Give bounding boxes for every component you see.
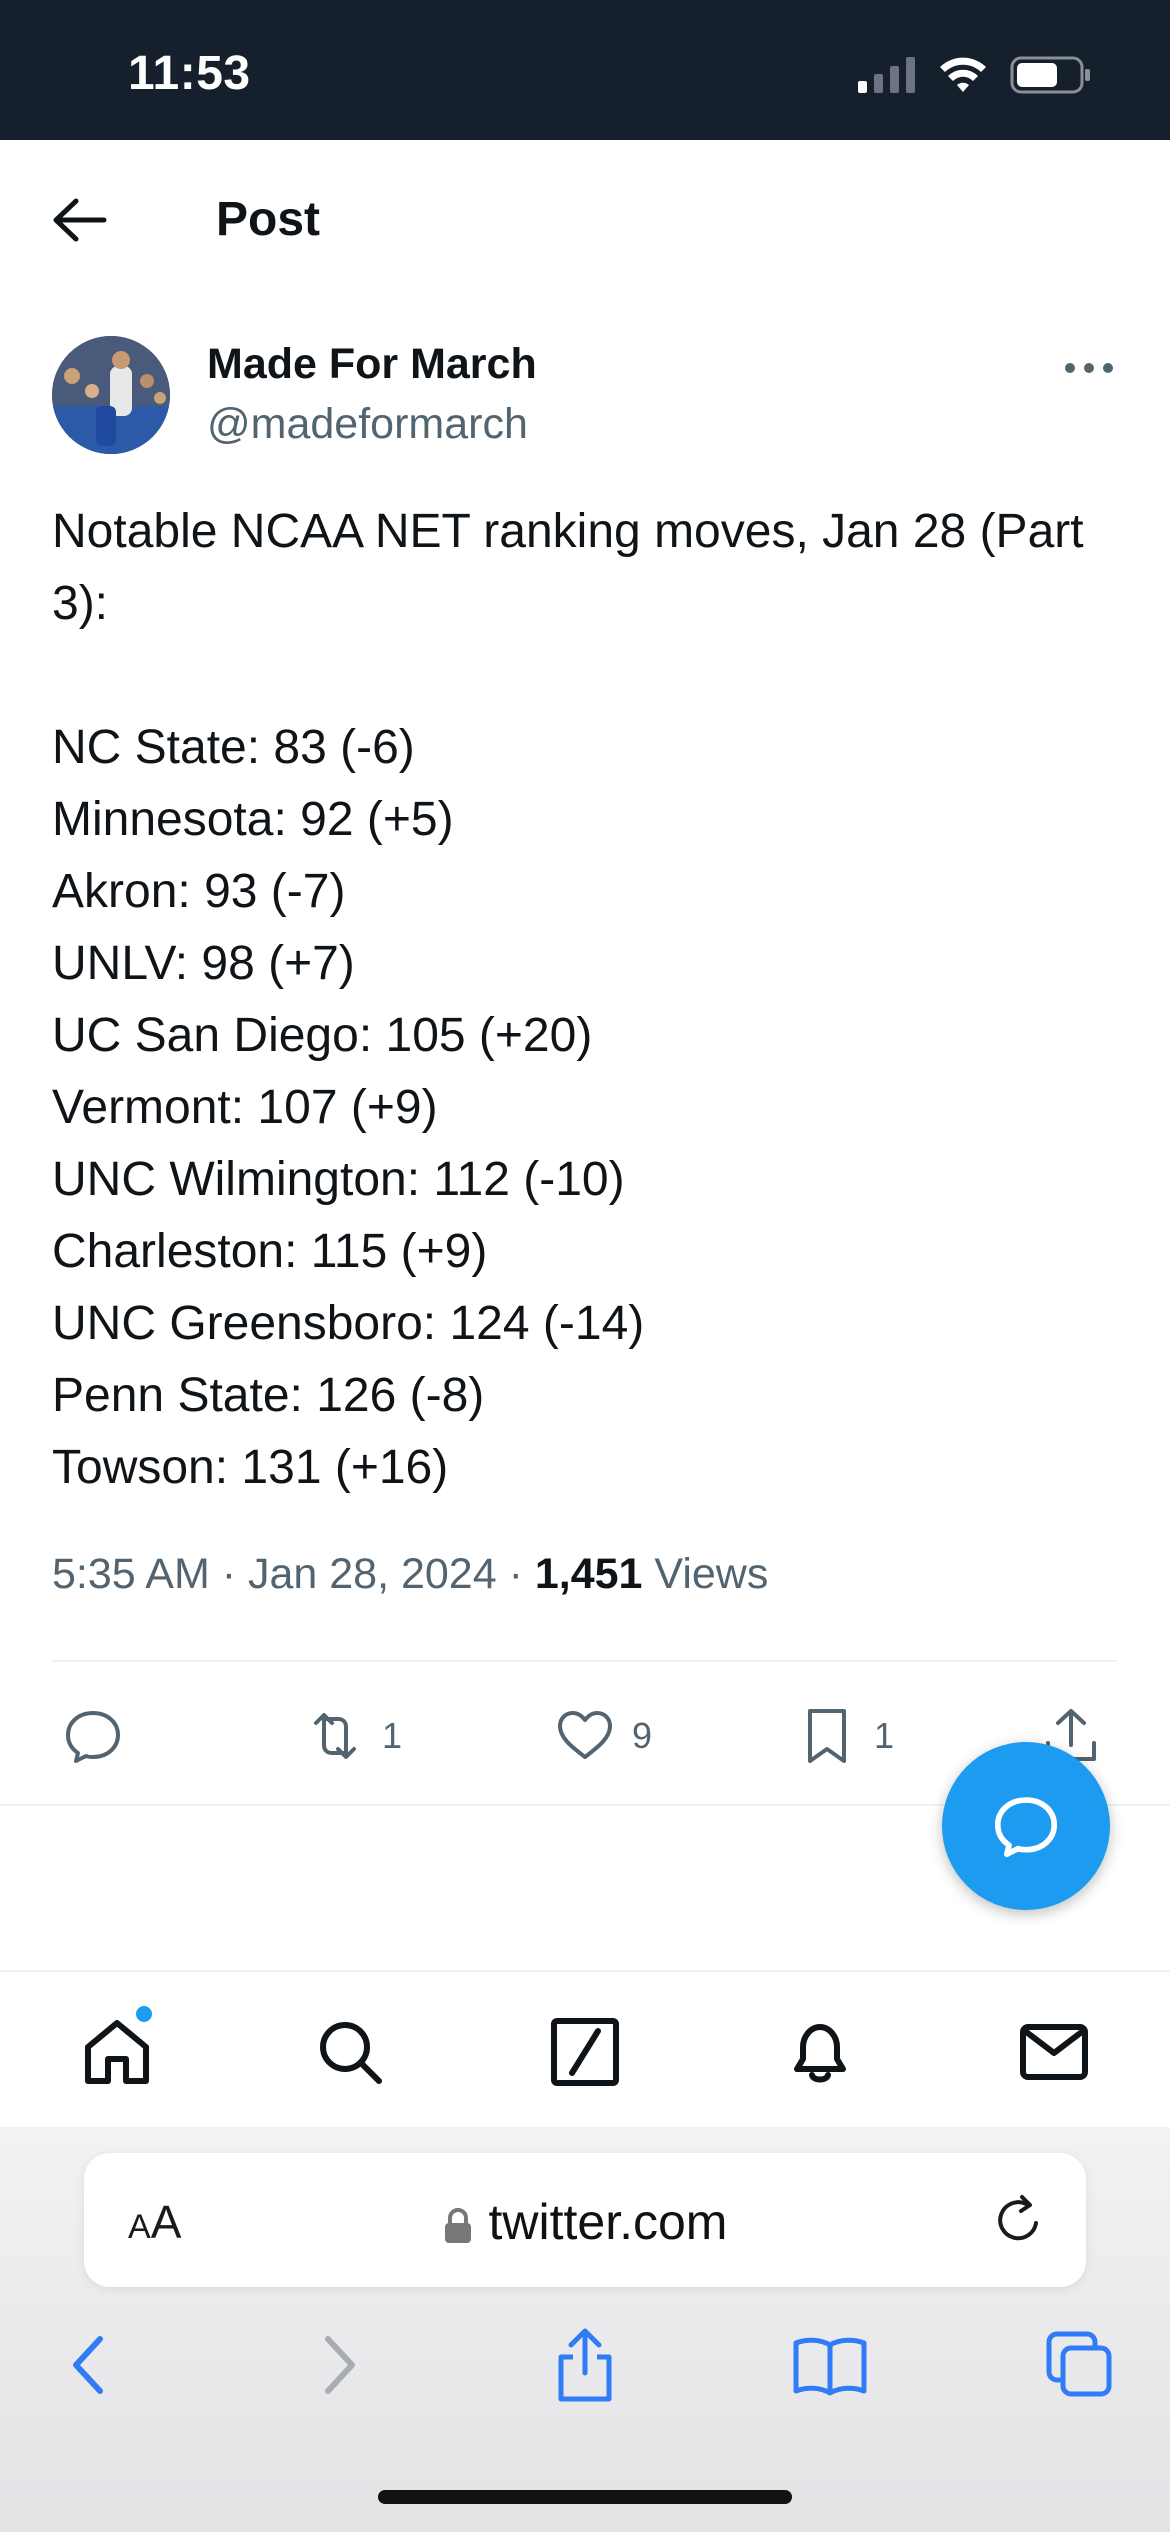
avatar-image xyxy=(52,336,170,454)
bookmark-button[interactable]: 1 xyxy=(796,1696,894,1776)
tweet-line: Penn State: 126 (-8) xyxy=(52,1369,485,1422)
tweet-line: UC San Diego: 105 (+20) xyxy=(52,1009,593,1062)
author-name[interactable]: Made For March xyxy=(207,340,537,389)
reply-button[interactable] xyxy=(62,1696,124,1776)
browser-forward-button[interactable] xyxy=(300,2325,380,2405)
arrow-left-icon xyxy=(53,198,107,242)
lock-icon xyxy=(444,2207,471,2243)
reload-icon xyxy=(998,2195,1038,2241)
wifi-icon xyxy=(940,57,986,92)
tweet-author-row: Made For March @madeformarch xyxy=(0,330,1170,470)
home-icon xyxy=(85,2020,149,2084)
chevron-left-icon xyxy=(73,2336,103,2394)
search-icon xyxy=(320,2022,382,2084)
divider xyxy=(52,1660,1118,1662)
like-count: 9 xyxy=(632,1715,653,1756)
tweet-line: Towson: 131 (+16) xyxy=(52,1441,449,1494)
status-time: 11:53 xyxy=(128,47,251,100)
bookmark-icon xyxy=(808,1709,846,1763)
battery-icon xyxy=(1010,56,1090,94)
author-handle[interactable]: @madeformarch xyxy=(207,400,528,449)
like-button[interactable]: 9 xyxy=(554,1696,652,1776)
home-indicator[interactable] xyxy=(378,2490,792,2504)
tweet-timestamp[interactable]: 5:35 AM · Jan 28, 2024 · xyxy=(52,1550,535,1598)
browser-back-button[interactable] xyxy=(48,2325,128,2405)
tabs-icon xyxy=(1046,2331,1112,2397)
browser-share-button[interactable] xyxy=(545,2325,625,2405)
tweet-meta: 5:35 AM · Jan 28, 2024 · 1,451 Views xyxy=(52,1550,768,1599)
url-text: twitter.com xyxy=(488,2194,728,2250)
bookmarks-button[interactable] xyxy=(790,2325,870,2405)
reply-icon xyxy=(66,1711,120,1763)
book-icon xyxy=(793,2337,867,2396)
tweet-line: Vermont: 107 (+9) xyxy=(52,1081,438,1134)
reload-button[interactable] xyxy=(992,2193,1046,2247)
tab-messages[interactable] xyxy=(1014,2012,1094,2092)
mail-icon xyxy=(1020,2024,1088,2080)
views-count: 1,451 xyxy=(534,1550,643,1598)
tabs-button[interactable] xyxy=(1040,2325,1120,2405)
bottom-tab-bar xyxy=(0,1972,1170,2127)
avatar[interactable] xyxy=(52,336,170,454)
tweet-line: NC State: 83 (-6) xyxy=(52,721,415,774)
chevron-right-icon xyxy=(325,2336,355,2394)
more-button[interactable] xyxy=(1064,358,1114,378)
grok-icon xyxy=(551,2018,619,2086)
tab-search[interactable] xyxy=(310,2012,390,2092)
status-icons xyxy=(858,55,1092,95)
retweet-button[interactable]: 1 xyxy=(304,1696,402,1776)
tweet-line: Charleston: 115 (+9) xyxy=(52,1225,488,1278)
bell-icon xyxy=(794,2024,846,2083)
compose-reply-button[interactable] xyxy=(942,1742,1110,1910)
tab-grok[interactable] xyxy=(545,2012,625,2092)
page-title: Post xyxy=(216,193,321,246)
compose-reply-icon xyxy=(994,1797,1058,1858)
browser-chrome: AA twitter.com xyxy=(0,2127,1170,2532)
signal-icon xyxy=(858,57,915,93)
retweet-count: 1 xyxy=(382,1715,403,1756)
back-button[interactable] xyxy=(52,196,108,244)
url-display[interactable]: twitter.com xyxy=(84,2193,1086,2251)
more-horizontal-icon xyxy=(1065,363,1113,373)
address-bar[interactable]: AA twitter.com xyxy=(84,2153,1086,2287)
tweet-line: Akron: 93 (-7) xyxy=(52,865,346,918)
tweet-line: UNC Wilmington: 112 (-10) xyxy=(52,1153,625,1206)
tweet-line: Minnesota: 92 (+5) xyxy=(52,793,454,846)
tweet-line: UNLV: 98 (+7) xyxy=(52,937,355,990)
tab-home[interactable] xyxy=(77,2012,157,2092)
tab-notifications[interactable] xyxy=(780,2012,860,2092)
home-notification-dot xyxy=(134,2004,154,2024)
tweet-line: UNC Greensboro: 124 (-14) xyxy=(52,1297,645,1350)
post-header: Post xyxy=(0,140,1170,300)
tweet-text: Notable NCAA NET ranking moves, Jan 28 (… xyxy=(52,496,1132,1504)
heart-icon xyxy=(558,1711,612,1759)
bookmark-count: 1 xyxy=(874,1715,895,1756)
views-label: Views xyxy=(642,1550,769,1598)
share-icon xyxy=(558,2328,612,2402)
status-bar: 11:53 xyxy=(0,0,1170,140)
tweet-intro: Notable NCAA NET ranking moves, Jan 28 (… xyxy=(52,505,1084,630)
retweet-icon xyxy=(314,1713,356,1759)
